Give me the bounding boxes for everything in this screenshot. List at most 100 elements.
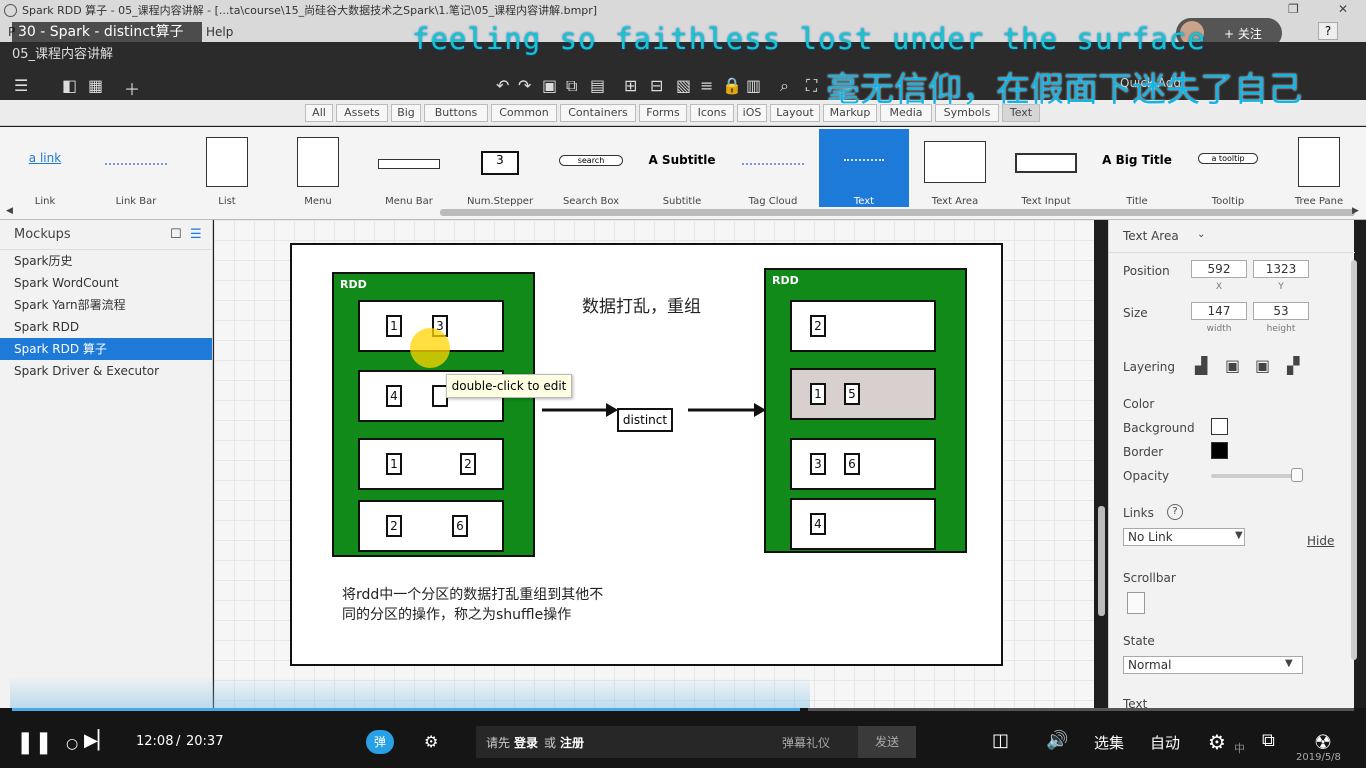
shuffle-note[interactable]: 将rdd中一个分区的数据打乱重组到其他不 同的分区的操作，称之为shuffle操… — [342, 585, 603, 625]
sidebar-item-mockup[interactable]: Spark RDD 算子 — [0, 338, 212, 360]
palette-item-num-stepper[interactable]: 3 Num.Stepper — [455, 129, 545, 207]
register-link[interactable]: 注册 — [560, 734, 584, 751]
ungroup-icon[interactable]: ⊟ — [650, 76, 663, 95]
bring-to-front-icon[interactable]: ▟ — [1195, 356, 1207, 375]
distinct-box[interactable]: distinct — [617, 408, 673, 432]
filter-tab-containers[interactable]: Containers — [560, 104, 636, 122]
border-color-swatch[interactable] — [1211, 442, 1228, 459]
bring-forward-icon[interactable]: ▣ — [1225, 356, 1240, 375]
filter-tab-forms[interactable]: Forms — [639, 104, 687, 122]
palette-scroll-right-icon[interactable]: ▶ — [1352, 206, 1359, 216]
sidebar-item-mockup[interactable]: Spark WordCount — [0, 272, 212, 294]
window-controls[interactable]: ❐ ✕ — [1258, 2, 1358, 20]
volume-icon[interactable]: 🔊 — [1046, 730, 1068, 751]
filter-tab-big[interactable]: Big — [391, 104, 421, 122]
fullscreen-icon[interactable]: ☢ — [1314, 730, 1332, 754]
grid-view-icon[interactable]: ▦ — [88, 76, 103, 95]
y-field[interactable]: 1323 — [1253, 260, 1309, 278]
sidebar-item-mockup[interactable]: Spark历史 — [0, 250, 212, 272]
properties-scrollbar[interactable] — [1351, 260, 1357, 660]
palette-item-list[interactable]: List — [182, 129, 272, 207]
copy-icon[interactable]: ⧉ — [566, 76, 577, 96]
send-to-back-icon[interactable]: ▞ — [1287, 356, 1299, 375]
link-dropdown-icon[interactable]: ▼ — [1235, 530, 1243, 541]
properties-header[interactable]: Text Area — [1123, 229, 1179, 243]
send-backward-icon[interactable]: ▣ — [1255, 356, 1270, 375]
settings-gear-icon[interactable]: ⚙ — [1208, 730, 1226, 754]
state-dropdown-icon[interactable]: ▼ — [1285, 658, 1293, 669]
palette-item-link[interactable]: a link Link — [0, 129, 90, 207]
panel-toggle-icon[interactable]: ◧ — [62, 76, 77, 95]
maximize-icon[interactable]: ❐ — [1288, 2, 1299, 16]
close-icon[interactable]: ✕ — [1338, 2, 1348, 16]
palette-item-tag-cloud[interactable]: Tag Cloud — [728, 129, 818, 207]
links-help-icon[interactable]: ? — [1167, 504, 1183, 520]
auto-button[interactable]: 自动 — [1150, 732, 1180, 753]
filter-tab-all[interactable]: All — [305, 104, 333, 122]
follow-button[interactable]: + 关注 — [1224, 25, 1262, 42]
help-icon[interactable]: ? — [1318, 22, 1338, 40]
menu-item-help[interactable]: Help — [206, 25, 233, 39]
pause-icon[interactable]: ❚❚ — [16, 730, 53, 755]
fullscreen-icon[interactable]: ⛶ — [806, 76, 817, 96]
pip-icon[interactable]: ⧉ — [1262, 730, 1275, 751]
progress-remaining[interactable] — [808, 708, 1354, 711]
cut-icon[interactable]: ▣ — [542, 76, 557, 95]
palette-item-menu[interactable]: Menu — [273, 129, 363, 207]
group-icon[interactable]: ⊞ — [624, 76, 637, 95]
bring-front-icon[interactable]: ▧ — [676, 76, 691, 95]
palette-item-tree-pane[interactable]: Tree Pane — [1274, 129, 1364, 207]
canvas-heading[interactable]: 数据打乱，重组 — [582, 292, 701, 317]
palette-item-title[interactable]: A Big Title Title — [1092, 129, 1182, 207]
rdd-right[interactable]: RDD 2 15 36 4 — [764, 268, 967, 553]
filter-tab-assets[interactable]: Assets — [336, 104, 388, 122]
right-partition[interactable]: 2 — [790, 300, 936, 352]
scrollbar-toggle[interactable] — [1127, 592, 1145, 614]
next-icon[interactable]: ▶▏ — [84, 730, 112, 751]
sidebar-item-mockup[interactable]: Spark Driver & Executor — [0, 360, 212, 382]
palette-item-text-area[interactable]: Text Area — [910, 129, 1000, 207]
width-field[interactable]: 147 — [1191, 302, 1247, 320]
login-link[interactable]: 登录 — [514, 734, 538, 751]
sidebar-item-mockup[interactable]: Spark Yarn部署流程 — [0, 294, 212, 316]
filter-tab-ios[interactable]: iOS — [737, 104, 767, 122]
rdd-left[interactable]: RDD 1341226 — [332, 272, 535, 557]
filter-tab-icons[interactable]: Icons — [690, 104, 734, 122]
lock-icon[interactable]: 🔒 — [722, 76, 742, 95]
trash-icon[interactable]: ▥ — [746, 76, 761, 95]
state-select[interactable]: Normal — [1123, 656, 1303, 674]
right-partition[interactable]: 36 — [790, 438, 936, 490]
add-icon[interactable]: ＋ — [124, 76, 140, 100]
redo-icon[interactable]: ↷ — [518, 76, 531, 95]
palette-scrollbar[interactable] — [440, 209, 1355, 216]
palette-item-tooltip[interactable]: a tooltip Tooltip — [1183, 129, 1273, 207]
filter-tab-common[interactable]: Common — [491, 104, 557, 122]
x-field[interactable]: 592 — [1191, 260, 1247, 278]
canvas-vscroll[interactable] — [1098, 506, 1105, 616]
send-danmaku-button[interactable]: 发送 — [858, 726, 916, 758]
palette-item-link-bar[interactable]: Link Bar — [91, 129, 181, 207]
danmaku-toggle-button[interactable]: 弹 — [366, 730, 394, 754]
height-field[interactable]: 53 — [1253, 302, 1309, 320]
sidebar-item-mockup[interactable]: Spark RDD — [0, 316, 212, 338]
undo-icon[interactable]: ↶ — [496, 76, 509, 95]
palette-item-search-box[interactable]: search Search Box — [546, 129, 636, 207]
single-view-icon[interactable]: ☐ — [170, 220, 182, 250]
align-icon[interactable]: ≡ — [700, 76, 713, 95]
left-partition[interactable]: 12 — [358, 438, 504, 490]
palette-item-menu-bar[interactable]: Menu Bar — [364, 129, 454, 207]
link-select[interactable]: No Link — [1123, 528, 1245, 546]
opacity-slider-handle[interactable] — [1291, 468, 1303, 482]
chevron-down-icon[interactable]: ⌄ — [1197, 229, 1205, 240]
danmaku-display-icon[interactable]: ◫ — [992, 730, 1009, 751]
palette-item-subtitle[interactable]: A Subtitle Subtitle — [637, 129, 727, 207]
hide-link[interactable]: Hide — [1307, 534, 1334, 548]
list-view-icon[interactable]: ☰ — [190, 220, 202, 250]
right-partition[interactable]: 15 — [790, 368, 936, 420]
delete-icon[interactable]: ▤ — [590, 76, 605, 95]
progress-played[interactable] — [12, 708, 800, 711]
stop-icon[interactable]: ○ — [66, 736, 78, 752]
filter-tab-buttons[interactable]: Buttons — [424, 104, 488, 122]
palette-scroll-left-icon[interactable]: ◀ — [6, 206, 13, 216]
episodes-button[interactable]: 选集 — [1094, 732, 1124, 753]
